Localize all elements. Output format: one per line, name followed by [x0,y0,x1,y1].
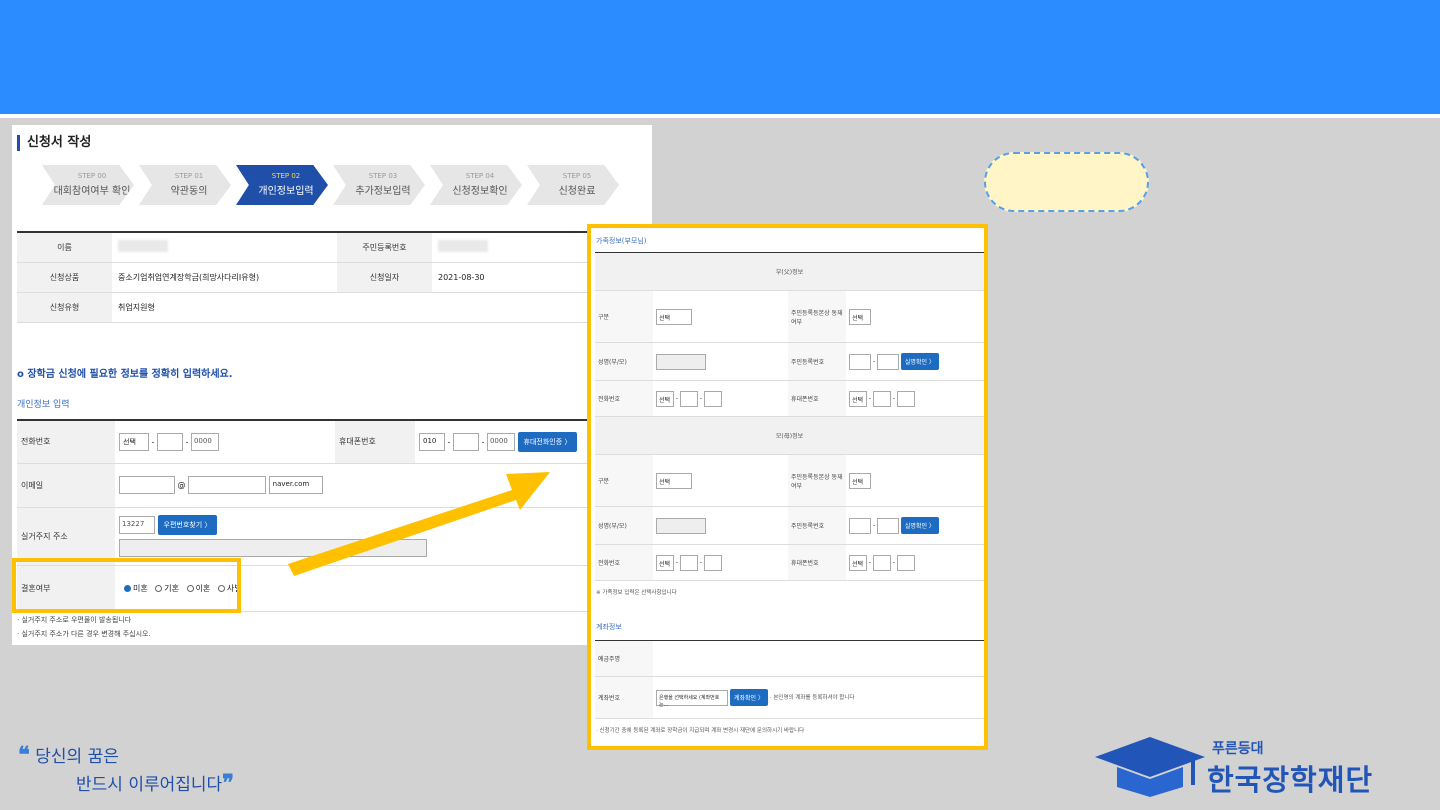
email-at-sign: @ [177,480,186,490]
section-title: 개인정보 입력 [17,400,70,410]
step-03: STEP 03 추가정보입력 [333,165,425,205]
father-rrn-back[interactable] [876,353,899,370]
callout-bubble [984,152,1149,212]
address-label: 실거주지 주소 [17,507,115,566]
father-resident-select[interactable]: 선택 [849,308,871,325]
account-verify-button[interactable]: 계좌확인 〉 [729,689,768,706]
mother-verify-button[interactable]: 실명확인 〉 [900,517,939,534]
top-banner [0,0,1440,114]
type-value: 취업지원형 [112,292,337,323]
email-label: 이메일 [17,463,115,508]
family-section-title: 가족정보(부모님) [596,237,647,245]
mother-mobile-mid[interactable] [872,554,891,571]
mother-mobile-select[interactable]: 선택 [849,554,867,571]
father-mobile-select[interactable]: 선택 [849,390,867,407]
father-mobile-mid[interactable] [872,390,891,407]
type-label: 신청유형 [17,292,112,323]
phone-label: 전화번호 [17,420,115,464]
page-title: 신청서 작성 [17,135,91,151]
father-phone-select[interactable]: 선택 [656,390,674,407]
bank-note: · 본인명의 계좌를 등록하셔야 합니다 [769,695,855,701]
bank-select[interactable]: 은행을 선택하세요 (계좌번호는... [656,689,728,708]
rrn-value-masked [438,240,488,253]
mother-phone-mid[interactable] [679,554,698,571]
mother-header: 모(母)정보 [595,416,984,455]
product-value: 중소기업취업연계장학금(희망사다리Ⅰ유형) [112,262,337,293]
logo-big-text: 한국장학재단 [1207,763,1374,797]
mobile-first-select[interactable]: 010 [419,432,445,451]
mother-type-select[interactable]: 선택 [656,472,692,489]
mobile-last-input[interactable]: 0000 [486,432,515,451]
graduation-cap-icon [1095,737,1205,797]
mother-phone-select[interactable]: 선택 [656,554,674,571]
father-verify-button[interactable]: 실명확인 〉 [900,353,939,370]
mother-rrn-back[interactable] [876,517,899,534]
mother-name-input[interactable] [656,517,706,534]
father-mobile-last[interactable] [896,390,915,407]
father-header: 부(父)정보 [595,252,984,291]
mother-phone-last[interactable] [703,554,722,571]
email-domain-input[interactable] [188,476,267,494]
step-01: STEP 01 약관동의 [139,165,231,205]
slogan: ❝ 당신의 꿈은 반드시 이루어집니다❞ [18,742,235,796]
banner-divider [0,114,1440,118]
step-02-active: STEP 02 개인정보입력 [236,165,328,205]
mobile-middle-input[interactable] [452,432,479,451]
step-progress: STEP 00 대회참여여부 확인 STEP 01 약관동의 STEP 02 개인정보… [42,165,632,205]
name-label: 이름 [17,232,112,263]
pointer-arrow [288,472,550,576]
zip-input[interactable]: 13227 [119,516,155,534]
holder-value [653,640,984,677]
zip-search-button[interactable]: 우편번호찾기 〉 [157,515,218,535]
logo-small-text: 푸른등대 [1212,741,1264,757]
applicant-info-table: 이름 주민등록번호 신청상품 중소기업취업연계장학금(희망사다리Ⅰ유형) 신청일… [17,231,652,323]
kosaf-logo: 푸른등대 한국장학재단 [1095,735,1415,800]
phone-last-input[interactable]: 0000 [190,432,219,451]
mobile-verify-button[interactable]: 휴대전화인증 〉 [517,431,578,452]
mother-rrn-front[interactable] [849,517,871,534]
marital-highlight-box [12,558,241,613]
step-00: STEP 00 대회참여여부 확인 [42,165,134,205]
family-note: ※ 가족정보 입력은 선택사항입니다 [596,590,677,596]
phone-middle-input[interactable] [156,432,183,451]
date-label: 신청일자 [337,262,432,293]
product-label: 신청상품 [17,262,112,293]
step-04: STEP 04 신청정보확인 [430,165,522,205]
rrn-label: 주민등록번호 [337,232,432,263]
mother-resident-select[interactable]: 선택 [849,472,871,489]
phone-area-select[interactable]: 선택 [119,432,149,451]
account-info-table: 예금주명 계좌번호 은행을 선택하세요 (계좌번호는... 계좌확인 〉 · 본… [595,640,984,719]
father-phone-last[interactable] [703,390,722,407]
guide-text: o 장학금 신청에 필요한 정보를 정확히 입력하세요. [17,369,233,380]
family-account-panel: 가족정보(부모님) 부(父)정보 구분 선택 주민등록등본상 동재여부 선택 성… [587,224,988,750]
step-05: STEP 05 신청완료 [527,165,619,205]
form-notes: · 실거주지 주소로 우편물이 발송됩니다 · 실거주지 주소가 다른 경우 변… [17,616,151,638]
mother-mobile-last[interactable] [896,554,915,571]
email-id-input[interactable] [119,476,175,494]
account-section-title: 계좌정보 [596,623,622,631]
name-value-masked [118,240,168,253]
mobile-label: 휴대폰번호 [335,420,415,464]
father-type-select[interactable]: 선택 [656,308,692,325]
family-info-table: 부(父)정보 구분 선택 주민등록등본상 동재여부 선택 성명(부/모) 주민등… [595,252,984,581]
father-name-input[interactable] [656,353,706,370]
account-note: · 신청기간 중에 등록된 계좌로 장학금이 지급되며 계좌 변경시 재단에 문… [596,728,805,734]
father-phone-mid[interactable] [679,390,698,407]
father-rrn-front[interactable] [849,353,871,370]
